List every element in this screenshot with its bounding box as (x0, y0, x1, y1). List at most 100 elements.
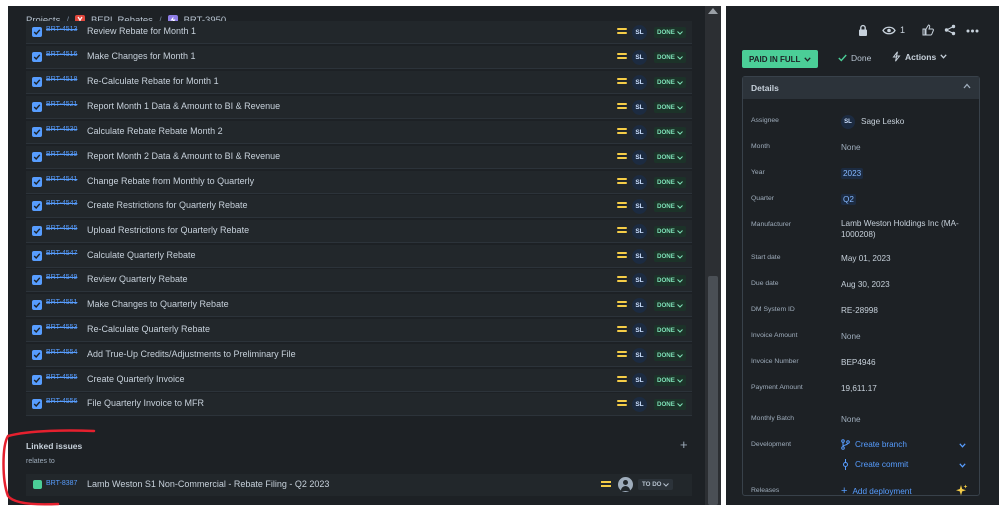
checkbox-checked-icon[interactable] (32, 300, 42, 310)
subtask-summary[interactable]: Create Restrictions for Quarterly Rebate (87, 200, 248, 210)
subtask-key[interactable]: BRT-4539 (46, 151, 77, 158)
subtask-key[interactable]: BRT-4556 (46, 398, 77, 405)
checkbox-checked-icon[interactable] (32, 375, 42, 385)
subtask-status[interactable]: DONE (654, 201, 686, 212)
linked-issue-key[interactable]: BRT-8387 (46, 480, 77, 487)
subtask-row[interactable]: BRT-4513 Review Rebate for Month 1 SL DONE (26, 21, 692, 44)
checkbox-checked-icon[interactable] (32, 127, 42, 137)
unassigned-avatar[interactable] (618, 477, 633, 492)
avatar[interactable]: SL (632, 75, 647, 90)
subtask-status[interactable]: DONE (654, 350, 686, 361)
avatar[interactable]: SL (632, 348, 647, 363)
subtask-status[interactable]: DONE (654, 325, 686, 336)
monthly-batch-value[interactable]: None (841, 414, 976, 425)
subtask-row[interactable]: BRT-4555 Create Quarterly Invoice SL DONE (26, 369, 692, 392)
more-icon[interactable] (966, 29, 979, 33)
subtask-row[interactable]: BRT-4549 Review Quarterly Rebate SL DONE (26, 269, 692, 292)
details-header[interactable]: Details (743, 77, 979, 99)
subtask-key[interactable]: BRT-4521 (46, 101, 77, 108)
sparkle-icon[interactable] (955, 484, 968, 497)
subtask-key[interactable]: BRT-4553 (46, 324, 77, 331)
chevron-down-icon[interactable] (959, 443, 966, 448)
subtask-row[interactable]: BRT-4551 Make Changes to Quarterly Rebate… (26, 294, 692, 317)
avatar[interactable]: SL (632, 25, 647, 40)
dm-system-id-value[interactable]: RE-28998 (841, 305, 976, 316)
subtask-key[interactable]: BRT-4543 (46, 200, 77, 207)
checkbox-checked-icon[interactable] (32, 325, 42, 335)
subtask-key[interactable]: BRT-4541 (46, 176, 77, 183)
scroll-thumb[interactable] (708, 276, 718, 505)
subtask-summary[interactable]: Make Changes for Month 1 (87, 51, 196, 61)
subtask-row[interactable]: BRT-4553 Re-Calculate Quarterly Rebate SL D… (26, 319, 692, 342)
subtask-row[interactable]: BRT-4545 Upload Restrictions for Quarterl… (26, 220, 692, 243)
year-field[interactable]: 2023 (841, 168, 976, 179)
subtask-status[interactable]: DONE (654, 127, 686, 138)
avatar[interactable]: SL (632, 50, 647, 65)
share-icon[interactable] (944, 24, 956, 36)
subtask-summary[interactable]: Report Month 2 Data & Amount to BI & Rev… (87, 151, 280, 161)
checkbox-checked-icon[interactable] (32, 102, 42, 112)
subtask-status[interactable]: DONE (654, 77, 686, 88)
avatar[interactable]: SL (632, 397, 647, 412)
month-value[interactable]: None (841, 142, 976, 153)
payment-amount-value[interactable]: 19,611.17 (841, 383, 976, 394)
subtask-summary[interactable]: File Quarterly Invoice to MFR (87, 398, 204, 408)
invoice-amount-value[interactable]: None (841, 331, 976, 342)
invoice-number-value[interactable]: BEP4946 (841, 357, 976, 368)
avatar[interactable]: SL (632, 199, 647, 214)
subtask-status[interactable]: DONE (654, 177, 686, 188)
subtask-summary[interactable]: Calculate Quarterly Rebate (87, 250, 196, 260)
subtask-row[interactable]: BRT-4521 Report Month 1 Data & Amount to … (26, 96, 692, 119)
avatar[interactable]: SL (632, 249, 647, 264)
subtask-status[interactable]: DONE (654, 375, 686, 386)
subtask-status[interactable]: DONE (654, 275, 686, 286)
subtask-summary[interactable]: Make Changes to Quarterly Rebate (87, 299, 229, 309)
subtask-summary[interactable]: Re-Calculate Quarterly Rebate (87, 324, 210, 334)
start-date-value[interactable]: May 01, 2023 (841, 253, 976, 264)
subtask-key[interactable]: BRT-4549 (46, 274, 77, 281)
subtask-status[interactable]: DONE (654, 399, 686, 410)
avatar[interactable]: SL (632, 100, 647, 115)
checkbox-checked-icon[interactable] (32, 177, 42, 187)
subtask-summary[interactable]: Upload Restrictions for Quarterly Rebate (87, 225, 249, 235)
subtask-summary[interactable]: Review Rebate for Month 1 (87, 26, 196, 36)
thumbs-up-icon[interactable] (922, 24, 934, 36)
checkbox-checked-icon[interactable] (32, 350, 42, 360)
subtask-key[interactable]: BRT-4513 (46, 26, 77, 33)
subtask-status[interactable]: DONE (654, 300, 686, 311)
avatar[interactable]: SL (632, 175, 647, 190)
subtask-status[interactable]: DONE (654, 27, 686, 38)
avatar[interactable]: SL (632, 224, 647, 239)
subtask-row[interactable]: BRT-4541 Change Rebate from Monthly to Qu… (26, 171, 692, 194)
subtask-status[interactable]: DONE (654, 226, 686, 237)
subtask-key[interactable]: BRT-4518 (46, 76, 77, 83)
checkbox-checked-icon[interactable] (32, 251, 42, 261)
subtask-row[interactable]: BRT-4539 Report Month 2 Data & Amount to … (26, 146, 692, 169)
subtask-summary[interactable]: Calculate Rebate Rebate Month 2 (87, 126, 223, 136)
avatar[interactable]: SL (632, 150, 647, 165)
subtask-row[interactable]: BRT-4518 Re-Calculate Rebate for Month 1 S… (26, 71, 692, 94)
avatar[interactable]: SL (632, 323, 647, 338)
create-commit-link[interactable]: Create commit (841, 459, 908, 470)
manufacturer-value[interactable]: Lamb Weston Holdings Inc (MA-1000208) (841, 218, 976, 240)
subtask-key[interactable]: BRT-4547 (46, 250, 77, 257)
subtask-summary[interactable]: Create Quarterly Invoice (87, 374, 185, 384)
checkbox-checked-icon[interactable] (32, 226, 42, 236)
subtask-summary[interactable]: Review Quarterly Rebate (87, 274, 188, 284)
linked-issue-row[interactable]: BRT-8387 Lamb Weston S1 Non-Commercial -… (26, 474, 692, 496)
chevron-down-icon[interactable] (959, 463, 966, 468)
subtask-key[interactable]: BRT-4555 (46, 374, 77, 381)
subtask-status[interactable]: DONE (654, 251, 686, 262)
watch-count[interactable]: 1 (900, 25, 905, 35)
subtask-row[interactable]: BRT-4554 Add True-Up Credits/Adjustments … (26, 344, 692, 367)
checkbox-checked-icon[interactable] (32, 77, 42, 87)
checkbox-checked-icon[interactable] (32, 201, 42, 211)
avatar[interactable]: SL (632, 125, 647, 140)
subtask-key[interactable]: BRT-4551 (46, 299, 77, 306)
subtask-summary[interactable]: Change Rebate from Monthly to Quarterly (87, 176, 254, 186)
linked-issue-summary[interactable]: Lamb Weston S1 Non-Commercial - Rebate F… (87, 479, 329, 489)
add-deployment-link[interactable]: + Add deployment (841, 485, 912, 497)
subtask-row[interactable]: BRT-4543 Create Restrictions for Quarterl… (26, 195, 692, 218)
checkbox-checked-icon[interactable] (32, 52, 42, 62)
avatar[interactable]: SL (632, 298, 647, 313)
